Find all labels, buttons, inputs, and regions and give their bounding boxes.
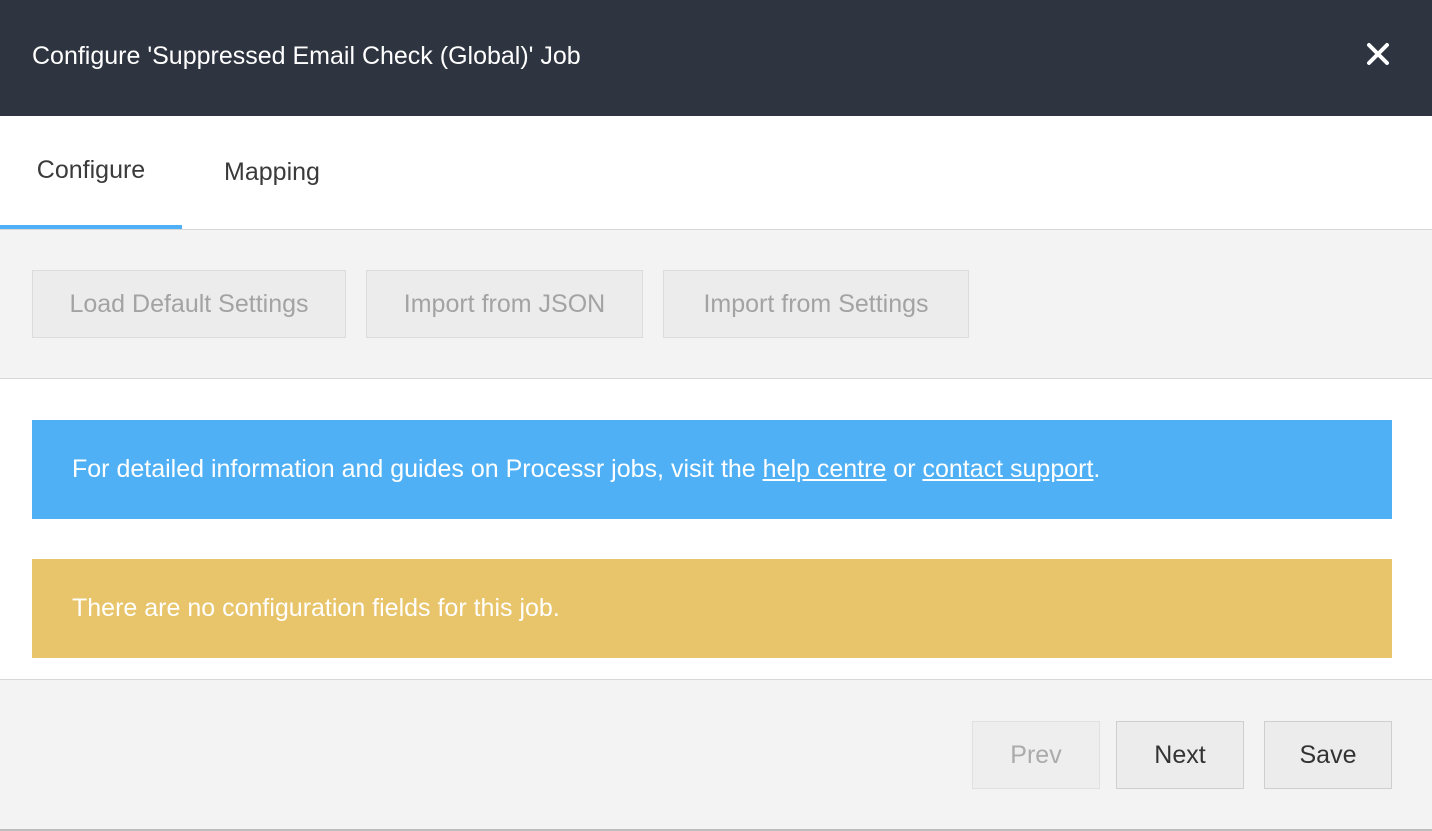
import-from-json-button[interactable]: Import from JSON	[366, 270, 643, 338]
next-button[interactable]: Next	[1116, 721, 1244, 789]
dialog-header: Configure 'Suppressed Email Check (Globa…	[0, 0, 1432, 116]
warning-text: There are no configuration fields for th…	[72, 594, 560, 622]
close-button[interactable]	[1358, 34, 1398, 74]
load-default-settings-button[interactable]: Load Default Settings	[32, 270, 346, 338]
prev-button[interactable]: Prev	[972, 721, 1100, 789]
import-from-settings-button[interactable]: Import from Settings	[663, 270, 969, 338]
tab-bar: Configure Mapping	[0, 116, 1432, 230]
info-text-before: For detailed information and guides on P…	[72, 455, 763, 483]
info-text-middle: or	[886, 455, 923, 483]
info-text-after: .	[1093, 455, 1101, 483]
dialog-footer: Prev Next Save	[0, 679, 1432, 831]
tab-configure[interactable]: Configure	[0, 116, 182, 229]
save-button[interactable]: Save	[1264, 721, 1392, 789]
close-icon	[1367, 43, 1389, 65]
info-banner: For detailed information and guides on P…	[32, 420, 1392, 519]
contact-support-link[interactable]: contact support	[922, 455, 1093, 484]
settings-toolbar: Load Default Settings Import from JSON I…	[0, 230, 1432, 379]
help-centre-link[interactable]: help centre	[763, 455, 887, 484]
tab-mapping[interactable]: Mapping	[182, 116, 362, 229]
dialog-title: Configure 'Suppressed Email Check (Globa…	[32, 42, 581, 70]
warning-banner: There are no configuration fields for th…	[32, 559, 1392, 658]
